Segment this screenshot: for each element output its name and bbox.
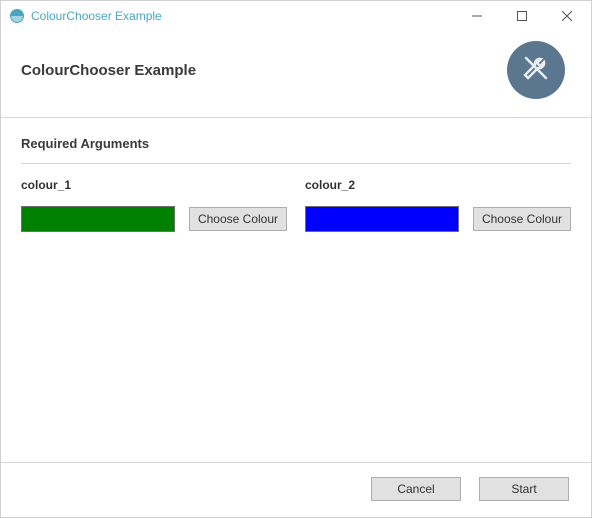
main-content: Required Arguments colour_1 colour_2 Cho… bbox=[1, 118, 591, 462]
colour-2-row: Choose Colour bbox=[305, 206, 571, 232]
titlebar: ColourChooser Example bbox=[1, 1, 591, 31]
section-title: Required Arguments bbox=[21, 136, 571, 164]
arguments-grid: colour_1 colour_2 Choose Colour Choose C… bbox=[21, 178, 571, 232]
maximize-button[interactable] bbox=[499, 2, 544, 30]
colour-1-row: Choose Colour bbox=[21, 206, 287, 232]
minimize-button[interactable] bbox=[454, 2, 499, 30]
footer: Cancel Start bbox=[1, 463, 591, 517]
page-title: ColourChooser Example bbox=[21, 62, 507, 79]
window-title: ColourChooser Example bbox=[31, 9, 454, 23]
app-icon bbox=[9, 8, 25, 24]
choose-colour-1-button[interactable]: Choose Colour bbox=[189, 207, 287, 231]
colour-1-swatch[interactable] bbox=[21, 206, 175, 232]
settings-icon bbox=[507, 41, 565, 99]
colour-2-swatch[interactable] bbox=[305, 206, 459, 232]
cancel-button[interactable]: Cancel bbox=[371, 477, 461, 501]
header: ColourChooser Example bbox=[1, 31, 591, 118]
window-controls bbox=[454, 2, 589, 30]
start-button[interactable]: Start bbox=[479, 477, 569, 501]
arg-label-colour-1: colour_1 bbox=[21, 178, 287, 192]
close-button[interactable] bbox=[544, 2, 589, 30]
arg-label-colour-2: colour_2 bbox=[305, 178, 571, 192]
choose-colour-2-button[interactable]: Choose Colour bbox=[473, 207, 571, 231]
